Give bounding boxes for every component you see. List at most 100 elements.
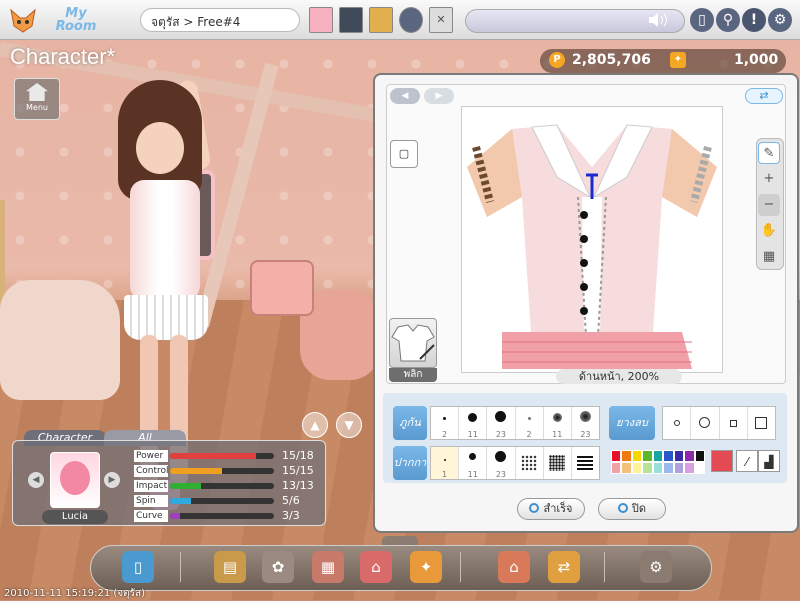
next-character-arrow[interactable]: ▶ xyxy=(104,472,120,488)
shirt-preview[interactable] xyxy=(389,318,437,368)
tickets-balance: 1,000 xyxy=(734,52,779,68)
box-icon[interactable]: ▦ xyxy=(312,551,344,583)
brush-tab[interactable]: ภูกัน xyxy=(393,406,427,440)
palette-swatch[interactable] xyxy=(652,450,664,462)
palette-swatch[interactable] xyxy=(621,462,632,474)
timestamp: 2010-11-11 15:19:21 (จตุรัส) xyxy=(4,588,146,599)
palette-swatch[interactable] xyxy=(611,462,622,474)
palette-swatch[interactable] xyxy=(663,450,674,462)
stat-bar xyxy=(170,453,274,459)
eyedropper-icon[interactable]: ⁄ xyxy=(736,450,758,472)
texture-canvas[interactable] xyxy=(461,106,723,373)
dock-separator xyxy=(180,552,181,582)
rotate-down-button[interactable]: ▼ xyxy=(336,412,362,438)
suitcase xyxy=(250,260,314,316)
stat-value: 3/3 xyxy=(282,509,300,522)
character-portrait xyxy=(50,452,100,508)
puzzle-icon[interactable]: ✦ xyxy=(410,551,442,583)
brush-size-option[interactable]: 23 xyxy=(572,407,599,439)
stat-bar xyxy=(170,483,274,489)
pen-size-option[interactable]: 1 xyxy=(431,447,460,479)
undo-button[interactable]: ◀ xyxy=(390,88,420,104)
shirt-texture xyxy=(467,124,717,369)
stat-label: Impact xyxy=(134,480,168,492)
avatar-slot[interactable] xyxy=(309,7,333,33)
brush-size-option[interactable]: 2 xyxy=(516,407,544,439)
eraser-row xyxy=(662,406,776,440)
phone-icon[interactable]: ▯ xyxy=(690,8,714,32)
fill-bucket-icon[interactable]: ▟ xyxy=(758,450,780,472)
zoom-in-icon[interactable]: + xyxy=(758,168,780,190)
eraser-large-circle[interactable] xyxy=(691,407,720,439)
brush-size-option[interactable]: 11 xyxy=(544,407,572,439)
eraser-large-square[interactable] xyxy=(748,407,775,439)
current-color-swatch[interactable] xyxy=(711,450,733,472)
brush-size-option[interactable]: 23 xyxy=(487,407,516,439)
help-icon[interactable]: ! xyxy=(742,8,766,32)
palette-swatch[interactable] xyxy=(684,462,695,474)
gear-icon[interactable]: ⚙ xyxy=(768,8,792,32)
ok-radio-icon xyxy=(529,503,540,513)
close-slot-icon[interactable]: ✕ xyxy=(429,7,453,33)
stat-bar xyxy=(170,513,274,519)
zoom-out-icon[interactable]: − xyxy=(758,194,780,216)
character-name: Lucia xyxy=(42,510,108,524)
close-button[interactable]: ปิด xyxy=(598,498,666,520)
search-user-icon[interactable]: ⚲ xyxy=(716,8,740,32)
eraser-tab[interactable]: ยางลบ xyxy=(609,406,655,440)
palette-swatch[interactable] xyxy=(652,462,664,474)
brush-size-option[interactable]: 11 xyxy=(459,407,488,439)
prev-character-arrow[interactable]: ◀ xyxy=(28,472,44,488)
palette-swatch[interactable] xyxy=(694,450,705,462)
spray-pattern-option[interactable] xyxy=(516,447,544,479)
stat-value: 13/13 xyxy=(282,479,314,492)
pen-size-option[interactable]: 11 xyxy=(459,447,488,479)
palette-swatch[interactable] xyxy=(642,450,653,462)
emote-slot[interactable] xyxy=(399,7,423,33)
speaker-icon[interactable] xyxy=(646,12,670,30)
rotate-up-button[interactable]: ▲ xyxy=(302,412,328,438)
fox-logo-icon[interactable] xyxy=(8,6,38,34)
ticket-icon: ✦ xyxy=(670,52,686,68)
pencil-icon[interactable]: ✎ xyxy=(758,142,780,164)
palette-swatch[interactable] xyxy=(642,462,653,474)
hand-icon[interactable]: ✋ xyxy=(758,220,780,242)
palette-swatch[interactable] xyxy=(631,462,643,474)
palette-swatch[interactable] xyxy=(673,462,685,474)
grid-pattern-option[interactable] xyxy=(544,447,572,479)
shop-icon[interactable]: ▤ xyxy=(214,551,246,583)
exchange-icon[interactable]: ⇄ xyxy=(548,551,580,583)
palette-swatch[interactable] xyxy=(611,450,622,462)
palette-swatch[interactable] xyxy=(621,450,632,462)
ok-button[interactable]: สำเร็จ xyxy=(517,498,585,520)
layer-icon[interactable]: ▢ xyxy=(390,140,418,168)
flip-label[interactable]: พลิก xyxy=(389,368,437,382)
stat-value: 5/6 xyxy=(282,494,300,507)
settings-icon[interactable]: ⚙ xyxy=(640,551,672,583)
palette-swatch[interactable] xyxy=(631,450,643,462)
palette-swatch[interactable] xyxy=(663,462,674,474)
swap-view-button[interactable]: ⇄ xyxy=(745,88,783,104)
grid-icon[interactable]: ▦ xyxy=(758,246,780,268)
brush-size-option[interactable]: 2 xyxy=(431,407,460,439)
pen-tab[interactable]: ปากกา xyxy=(393,446,427,480)
pen-size-option[interactable]: 23 xyxy=(487,447,516,479)
home-arrow-icon[interactable]: ⌂ xyxy=(498,551,530,583)
redo-button[interactable]: ▶ xyxy=(424,88,454,104)
eraser-small-square[interactable] xyxy=(720,407,748,439)
outfit-slot[interactable] xyxy=(339,7,363,33)
gift-icon[interactable]: ✿ xyxy=(262,551,294,583)
palette-swatch[interactable] xyxy=(694,462,705,474)
line-pattern-option[interactable] xyxy=(572,447,599,479)
item-slot[interactable] xyxy=(369,7,393,33)
stat-value: 15/15 xyxy=(282,464,314,477)
door-icon[interactable]: ▯ xyxy=(122,551,154,583)
palette-swatch[interactable] xyxy=(673,450,685,462)
myroom-logo[interactable]: My Room xyxy=(46,7,106,35)
palette-swatch[interactable] xyxy=(684,450,695,462)
eraser-small-circle[interactable] xyxy=(663,407,692,439)
house-icon[interactable]: ⌂ xyxy=(360,551,392,583)
points-balance: 2,805,706 xyxy=(572,52,651,68)
menu-button[interactable]: Menu xyxy=(14,78,60,120)
location-breadcrumb[interactable]: จตุรัส > Free#4 xyxy=(140,8,300,32)
